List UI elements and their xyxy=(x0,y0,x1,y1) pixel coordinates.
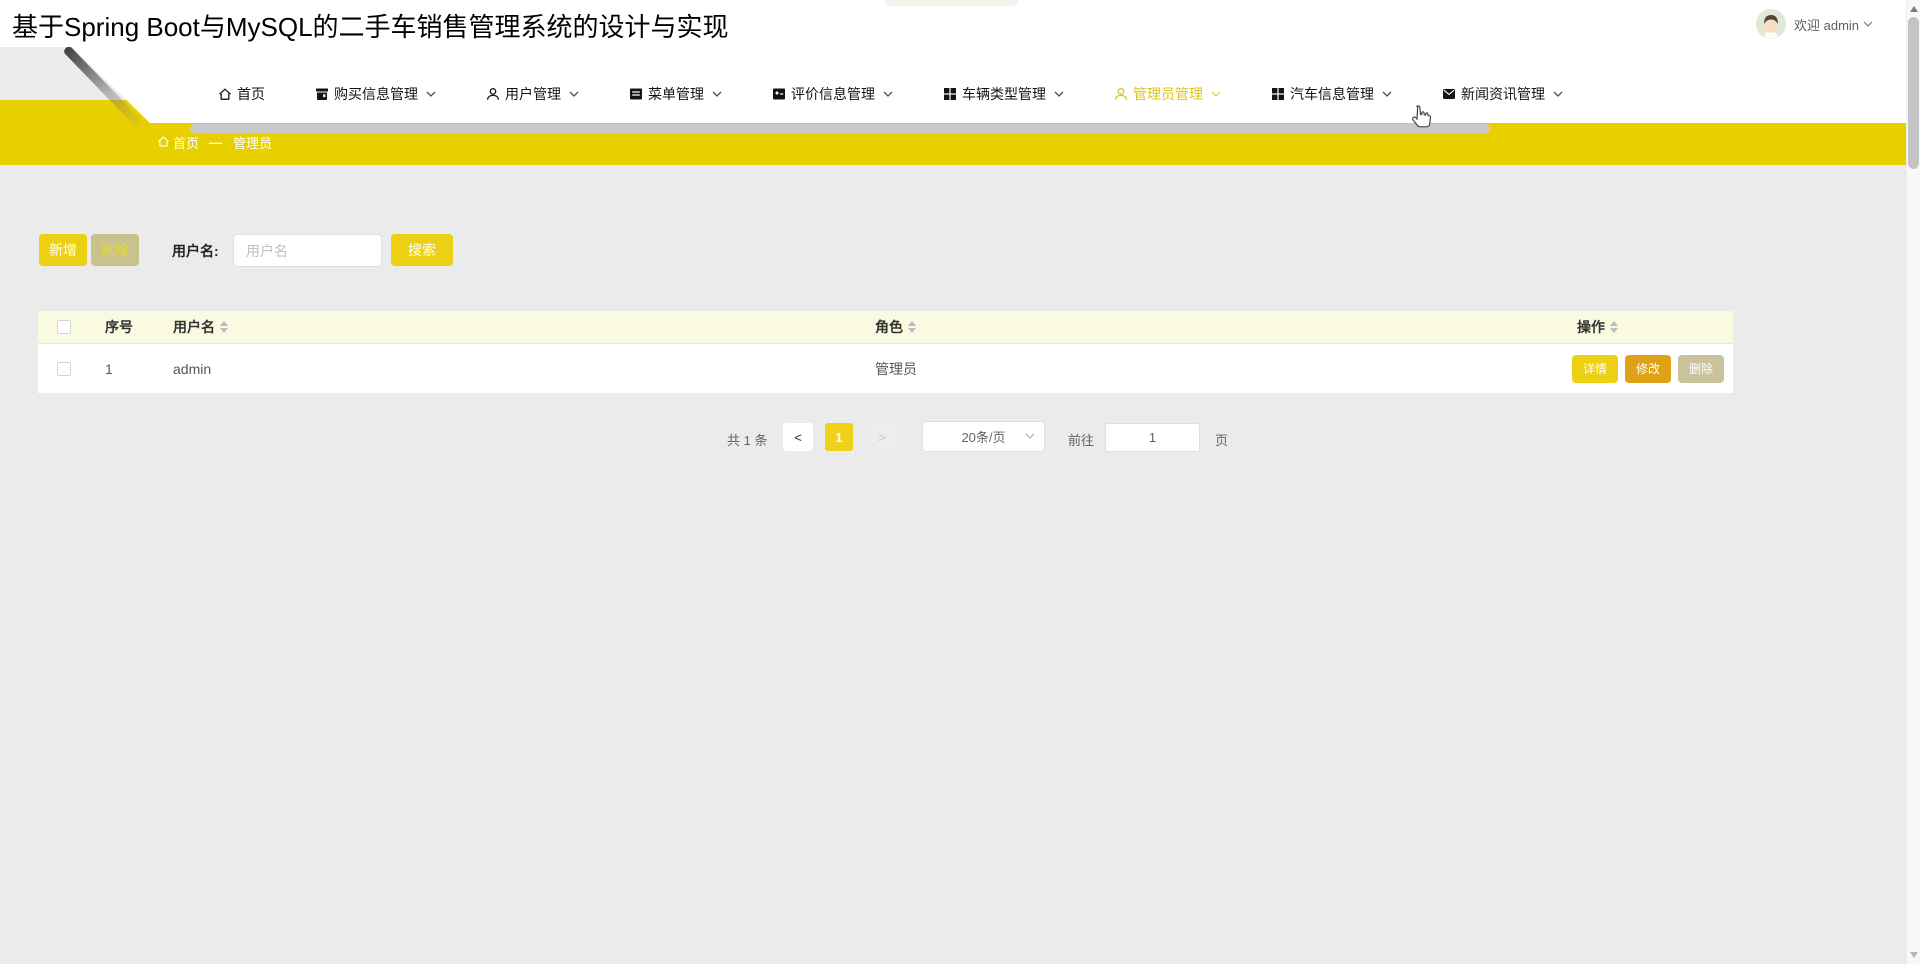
goto-page-input[interactable] xyxy=(1105,423,1200,452)
nav-item-home[interactable]: 首页 xyxy=(218,84,265,104)
nav-item-menu-mgmt[interactable]: 菜单管理 xyxy=(629,84,722,104)
edit-button[interactable]: 修改 xyxy=(1625,355,1671,383)
scrollbar-thumb[interactable] xyxy=(1908,17,1919,169)
nav-item-label: 评价信息管理 xyxy=(791,84,875,104)
chevron-down-icon xyxy=(883,91,893,97)
sort-icon[interactable] xyxy=(1610,321,1618,333)
mail-icon xyxy=(1442,87,1456,101)
chevron-down-icon xyxy=(1553,91,1563,97)
page-size-select[interactable]: 20条/页 xyxy=(922,421,1045,452)
welcome-text: 欢迎 admin xyxy=(1794,15,1859,34)
sort-icon[interactable] xyxy=(220,321,228,333)
nav-item-car-info[interactable]: 汽车信息管理 xyxy=(1271,84,1392,104)
page-unit-label: 页 xyxy=(1215,430,1228,449)
home-icon xyxy=(157,135,170,151)
breadcrumb-separator: — xyxy=(209,135,223,150)
breadcrumb-home-label: 首页 xyxy=(173,133,199,152)
cell-role: 管理员 xyxy=(860,359,1547,379)
breadcrumb-home-link[interactable]: 首页 xyxy=(157,133,199,152)
rating-icon xyxy=(772,87,786,101)
username-input[interactable] xyxy=(233,234,382,267)
username-label: 用户名: xyxy=(172,241,219,261)
nav-item-admin-mgmt[interactable]: 管理员管理 xyxy=(1114,84,1221,104)
scrollbar-up-arrow[interactable] xyxy=(1910,6,1918,12)
chevron-down-icon xyxy=(1863,21,1873,27)
pagination-total: 共 1 条 xyxy=(727,430,767,449)
pagination-next-button[interactable]: > xyxy=(867,423,897,451)
chevron-down-icon xyxy=(1025,433,1035,439)
nav-item-review-info[interactable]: 评价信息管理 xyxy=(772,84,893,104)
select-all-checkbox[interactable] xyxy=(57,320,71,334)
avatar xyxy=(1756,9,1786,39)
breadcrumb-current: 管理员 xyxy=(233,133,272,152)
nav-item-label: 车辆类型管理 xyxy=(962,84,1046,104)
menu-icon xyxy=(629,87,643,101)
admin-user-icon xyxy=(1114,87,1128,101)
table-row: 1 admin 管理员 详情 修改 删除 xyxy=(38,344,1733,394)
chevron-down-icon xyxy=(1382,91,1392,97)
column-header-actions: 操作 xyxy=(1577,317,1605,337)
nav-item-user-mgmt[interactable]: 用户管理 xyxy=(486,84,579,104)
scrollbar-down-arrow[interactable] xyxy=(1910,952,1918,958)
add-button[interactable]: 新增 xyxy=(39,234,87,266)
search-button[interactable]: 搜索 xyxy=(391,234,453,266)
nav-item-purchase-info[interactable]: 购买信息管理 xyxy=(315,84,436,104)
table-header-row: 序号 用户名 角色 操作 xyxy=(38,311,1733,344)
grid-icon xyxy=(943,87,957,101)
column-header-role: 角色 xyxy=(875,317,903,337)
user-menu[interactable]: 欢迎 admin xyxy=(1756,9,1873,39)
cell-index: 1 xyxy=(90,361,158,377)
nav-item-label: 首页 xyxy=(237,84,265,104)
chevron-down-icon xyxy=(569,91,579,97)
pagination-prev-button[interactable]: < xyxy=(783,423,813,451)
nav-horizontal-scrollbar[interactable] xyxy=(190,124,1490,133)
pagination-page-1[interactable]: 1 xyxy=(825,423,853,451)
chevron-down-icon xyxy=(426,91,436,97)
breadcrumb: 首页 — 管理员 xyxy=(157,133,272,152)
cutoff-popup-edge xyxy=(885,0,1018,6)
delete-button[interactable]: 删除 xyxy=(91,234,139,266)
chevron-down-icon xyxy=(1211,91,1221,97)
vertical-scrollbar xyxy=(1906,0,1920,964)
goto-label: 前往 xyxy=(1068,430,1094,449)
main-nav: 首页 购买信息管理 用户管理 菜单管理 评价信 xyxy=(0,47,1920,123)
nav-item-label: 菜单管理 xyxy=(648,84,704,104)
nav-item-label: 管理员管理 xyxy=(1133,84,1203,104)
chevron-down-icon xyxy=(1054,91,1064,97)
nav-item-label: 汽车信息管理 xyxy=(1290,84,1374,104)
nav-item-vehicle-type[interactable]: 车辆类型管理 xyxy=(943,84,1064,104)
column-header-index: 序号 xyxy=(105,317,133,337)
column-header-username: 用户名 xyxy=(173,317,215,337)
nav-item-label: 用户管理 xyxy=(505,84,561,104)
cell-username: admin xyxy=(158,361,860,377)
sort-icon[interactable] xyxy=(908,321,916,333)
row-delete-button[interactable]: 删除 xyxy=(1678,355,1724,383)
nav-item-label: 购买信息管理 xyxy=(334,84,418,104)
row-checkbox[interactable] xyxy=(57,362,71,376)
user-icon xyxy=(486,87,500,101)
chevron-down-icon xyxy=(712,91,722,97)
admin-table: 序号 用户名 角色 操作 1 admin 管理员 详情 修改 删除 xyxy=(38,311,1733,394)
detail-button[interactable]: 详情 xyxy=(1572,355,1618,383)
page-title: 基于Spring Boot与MySQL的二手车销售管理系统的设计与实现 xyxy=(12,7,729,44)
app-header: 基于Spring Boot与MySQL的二手车销售管理系统的设计与实现 欢迎 a… xyxy=(0,0,1920,47)
grid-icon xyxy=(1271,87,1285,101)
nav-item-label: 新闻资讯管理 xyxy=(1461,84,1545,104)
page-size-value: 20条/页 xyxy=(961,427,1005,446)
home-icon xyxy=(218,87,232,101)
store-icon xyxy=(315,87,329,101)
nav-item-news-mgmt[interactable]: 新闻资讯管理 xyxy=(1442,84,1563,104)
